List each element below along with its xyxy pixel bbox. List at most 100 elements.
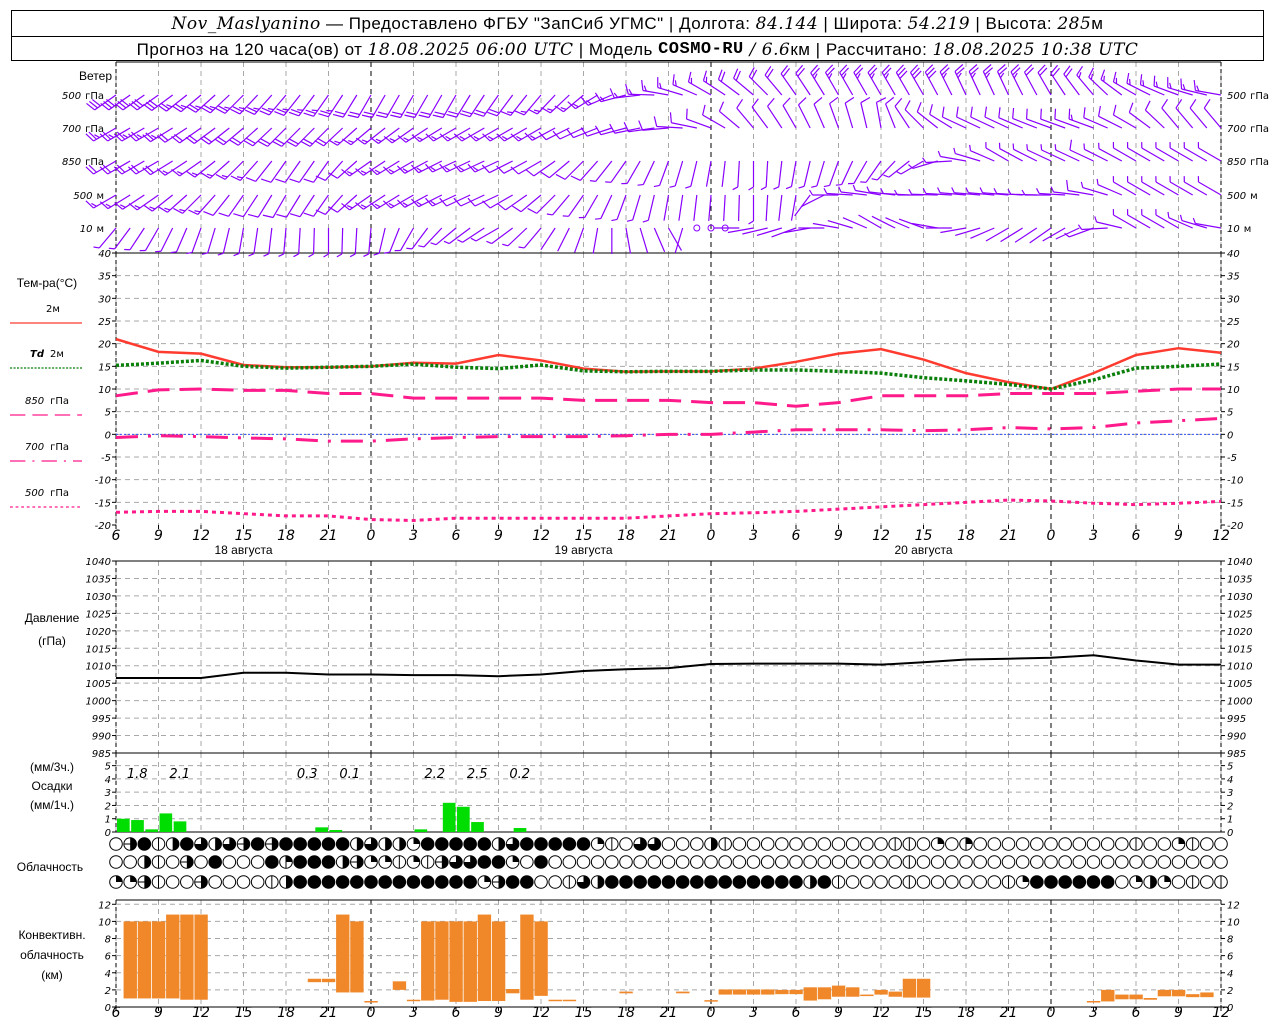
cloud-symbol [718, 837, 732, 851]
barb-feather [773, 186, 780, 190]
barb-feather [1040, 108, 1042, 120]
precip-bar [145, 829, 158, 832]
time-tick-label: 15 [915, 528, 933, 544]
wind-barb [361, 94, 386, 119]
barb-feather [346, 170, 353, 175]
barb-feather [641, 80, 644, 91]
cloud-circle [576, 855, 591, 869]
barb-staff [419, 127, 443, 143]
cloud-circle [945, 837, 959, 851]
cloud-circle [1100, 837, 1115, 851]
cloudiness-panel: Облачность [17, 837, 1228, 889]
barb-staff [1161, 107, 1179, 129]
cloud-symbol [817, 875, 832, 889]
cloud-circle [775, 855, 789, 869]
barb-staff [341, 227, 344, 255]
wind-barb [790, 194, 797, 221]
cloud-symbol [945, 837, 959, 851]
wind-barb [702, 70, 726, 96]
barb-feather [533, 109, 540, 112]
barb-staff [778, 194, 783, 221]
cloud-circle [1115, 875, 1129, 889]
barb-feather [278, 253, 284, 257]
cloud-circle [661, 855, 676, 869]
barb-staff [885, 217, 910, 229]
cloud-fill [818, 875, 831, 889]
cloud-symbol [1200, 855, 1214, 869]
wind-barb [968, 64, 981, 96]
wind-barb [641, 80, 669, 96]
cloud-circle [930, 855, 945, 869]
pressure-tick-label-left: 1000 [86, 697, 111, 708]
barb-staff [829, 103, 840, 129]
barb-feather [628, 88, 633, 95]
convective-bar [180, 914, 194, 1000]
cloud-circle [661, 837, 676, 851]
wind-barb [230, 160, 259, 181]
wind-barb [898, 218, 924, 229]
cloud-circle [619, 837, 633, 851]
cloud-symbol [987, 855, 1002, 869]
cloud-circle [1157, 837, 1172, 851]
cloud-circle [520, 855, 534, 869]
barb-feather [195, 105, 202, 109]
convective-tick-label-left: 10 [98, 917, 111, 928]
barb-staff [389, 227, 400, 253]
cloud-symbol [520, 875, 534, 889]
cloud-symbol [1171, 855, 1186, 869]
cloud-circle [888, 875, 902, 889]
barb-feather [1054, 144, 1057, 151]
barb-staff [399, 227, 415, 251]
cloud-symbol [505, 837, 520, 851]
cloud-symbol [350, 875, 364, 889]
barb-feather [702, 104, 706, 116]
cloud-symbol [590, 837, 605, 851]
cloud-symbol [378, 837, 392, 851]
pressure-tick-label-left: 1040 [86, 557, 111, 568]
cloud-circle [1058, 855, 1072, 869]
cloud-symbol [208, 837, 222, 851]
temperature-tick-label-right: 5 [1227, 408, 1233, 419]
cloud-fill [605, 875, 619, 889]
convective-title-2: облачность [20, 948, 84, 962]
cloud-symbol [831, 837, 846, 851]
cloud-symbol [1200, 875, 1214, 889]
cloud-fill [534, 837, 548, 851]
precip-bar [131, 820, 144, 832]
convective-tick-label-left: 2 [105, 986, 111, 997]
barb-staff [1184, 181, 1208, 196]
barb-staff [1076, 74, 1094, 96]
cloud-circle [619, 855, 633, 869]
cloud-symbol [576, 837, 591, 851]
cloud-fill [1178, 837, 1185, 844]
wind-barb [247, 194, 273, 218]
barb-feather [956, 106, 959, 118]
wind-barb [626, 194, 641, 222]
legend-unit: гПа [50, 442, 69, 453]
convective-unit: (км) [41, 968, 63, 982]
wind-barb [293, 227, 301, 258]
barb-feather [375, 138, 382, 142]
barb-feather [349, 253, 356, 258]
wind-barb [1112, 209, 1137, 229]
barb-feather [798, 185, 805, 189]
wind-barb [895, 64, 910, 96]
wind-barb [885, 96, 896, 129]
barb-feather [979, 187, 984, 193]
barb-feather [191, 172, 198, 176]
cloud-symbol [364, 855, 378, 869]
barb-feather [406, 247, 413, 250]
barb-staff [1063, 73, 1080, 96]
cloud-symbol [491, 837, 506, 851]
barb-staff [647, 194, 655, 221]
pressure-title: Давление [25, 611, 80, 625]
wind-barb [853, 64, 868, 96]
barb-feather [373, 252, 380, 256]
cloud-fill [265, 855, 279, 869]
barb-feather [360, 170, 367, 174]
convective-bar [392, 981, 407, 990]
barb-feather [473, 135, 480, 140]
wind-barb [795, 64, 811, 96]
cloud-fill [506, 875, 519, 889]
wind-barb [954, 64, 967, 96]
